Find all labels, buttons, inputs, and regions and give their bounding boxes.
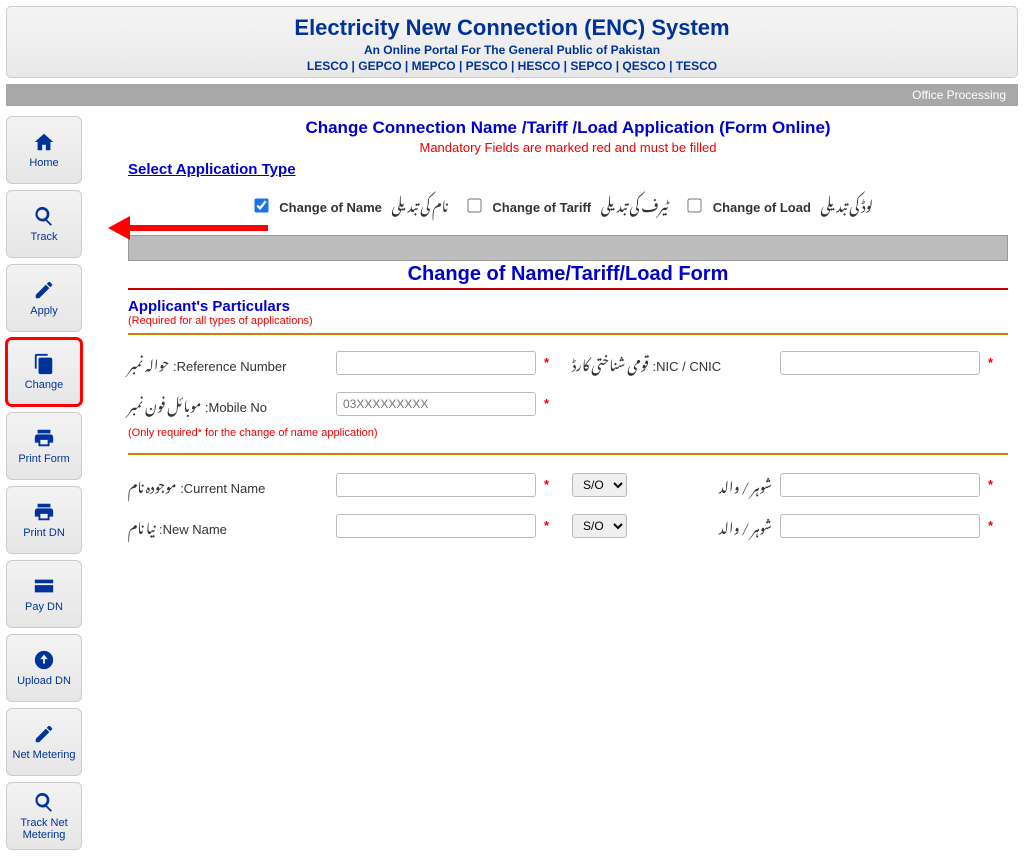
sidebar: Home Track Apply Change Print Form Print…: [6, 112, 112, 850]
current-relation-wrap: S/O شوہر / والد: [572, 467, 772, 502]
current-relation-select[interactable]: S/O: [572, 473, 627, 497]
current-name-input[interactable]: [336, 473, 536, 497]
search-icon: [33, 791, 55, 813]
mobile-label: موبائل فون نمبر :Mobile No: [128, 386, 328, 421]
application-type-row: Change of Name نام کی تبدیلی Change of T…: [128, 186, 1008, 221]
form-grid: حوالہ نمبر :Reference Number * قومی شناخ…: [128, 345, 1008, 543]
upload-icon: [33, 649, 55, 671]
sidebar-change[interactable]: Change: [6, 338, 82, 406]
divider: [128, 453, 1008, 455]
new-relation-name-input[interactable]: [780, 514, 980, 538]
new-name-label: نیا نام :New Name: [128, 508, 328, 543]
sidebar-label: Change: [25, 379, 64, 391]
edit-icon: [33, 279, 55, 301]
grey-bar: [128, 235, 1008, 261]
required-star: *: [988, 355, 1008, 370]
mobile-input[interactable]: [336, 392, 536, 416]
applicant-particulars-heading: Applicant's Particulars: [128, 298, 1008, 315]
sidebar-label: Apply: [30, 305, 58, 317]
header-companies: LESCO | GEPCO | MEPCO | PESCO | HESCO | …: [7, 59, 1017, 73]
header-title: Electricity New Connection (ENC) System: [7, 15, 1017, 41]
sidebar-label: Print Form: [18, 453, 69, 465]
change-of-name-label: Change of Name: [279, 200, 382, 215]
reference-number-label: حوالہ نمبر :Reference Number: [128, 345, 328, 380]
sidebar-label: Print DN: [23, 527, 65, 539]
required-star: *: [544, 396, 564, 411]
sidebar-print-form[interactable]: Print Form: [6, 412, 82, 480]
app-header: Electricity New Connection (ENC) System …: [6, 6, 1018, 78]
current-relation-name-input[interactable]: [780, 473, 980, 497]
sidebar-home[interactable]: Home: [6, 116, 82, 184]
select-app-type-heading: Select Application Type: [128, 161, 1008, 178]
sidebar-upload-dn[interactable]: Upload DN: [6, 634, 82, 702]
sidebar-label: Home: [29, 157, 58, 169]
required-star: *: [544, 355, 564, 370]
change-of-tariff-checkbox[interactable]: [467, 198, 481, 212]
card-icon: [33, 575, 55, 597]
sidebar-print-dn[interactable]: Print DN: [6, 486, 82, 554]
change-of-name-urdu: نام کی تبدیلی: [392, 186, 449, 221]
header-subtitle: An Online Portal For The General Public …: [7, 43, 1017, 57]
meter-icon: [33, 723, 55, 745]
change-of-tariff-urdu: ٹیرف کی تبدیلی: [601, 186, 669, 221]
change-of-name-checkbox[interactable]: [254, 198, 268, 212]
divider: [128, 333, 1008, 335]
nic-input[interactable]: [780, 351, 980, 375]
sidebar-track[interactable]: Track: [6, 190, 82, 258]
name-change-note: (Only required* for the change of name a…: [128, 427, 1008, 439]
search-icon: [33, 205, 55, 227]
main-content: Change Connection Name /Tariff /Load App…: [112, 112, 1018, 850]
home-icon: [33, 131, 55, 153]
new-relation-wrap: S/O شوہر / والد: [572, 508, 772, 543]
change-of-load-label: Change of Load: [713, 200, 811, 215]
sidebar-track-net-metering[interactable]: Track Net Metering: [6, 782, 82, 850]
sidebar-net-metering[interactable]: Net Metering: [6, 708, 82, 776]
reference-number-input[interactable]: [336, 351, 536, 375]
sidebar-label: Net Metering: [13, 749, 76, 761]
relation-urdu: شوہر / والد: [635, 467, 772, 502]
change-of-load-checkbox[interactable]: [687, 198, 701, 212]
sidebar-apply[interactable]: Apply: [6, 264, 82, 332]
top-menu-bar: Office Processing: [6, 84, 1018, 106]
current-name-label: موجودہ نام :Current Name: [128, 467, 328, 502]
sidebar-label: Pay DN: [25, 601, 63, 613]
change-of-load-urdu: لوڈ کی تبدیلی: [821, 186, 874, 221]
new-relation-select[interactable]: S/O: [572, 514, 627, 538]
page-title: Change Connection Name /Tariff /Load App…: [128, 118, 1008, 138]
required-star: *: [544, 518, 564, 533]
required-star: *: [988, 518, 1008, 533]
print-icon: [33, 501, 55, 523]
copy-icon: [33, 353, 55, 375]
change-of-tariff-label: Change of Tariff: [492, 200, 591, 215]
sidebar-label: Upload DN: [17, 675, 71, 687]
new-name-input[interactable]: [336, 514, 536, 538]
form-title: Change of Name/Tariff/Load Form: [128, 263, 1008, 290]
sidebar-label: Track Net Metering: [7, 817, 81, 841]
nic-label: قومی شناختی کارڈ :NIC / CNIC: [572, 345, 772, 380]
sidebar-pay-dn[interactable]: Pay DN: [6, 560, 82, 628]
mandatory-note: Mandatory Fields are marked red and must…: [128, 140, 1008, 155]
required-star: *: [544, 477, 564, 492]
required-note: (Required for all types of applications): [128, 315, 1008, 327]
print-icon: [33, 427, 55, 449]
sidebar-label: Track: [30, 231, 57, 243]
required-star: *: [988, 477, 1008, 492]
office-processing-menu[interactable]: Office Processing: [912, 88, 1006, 102]
relation-urdu: شوہر / والد: [635, 508, 772, 543]
